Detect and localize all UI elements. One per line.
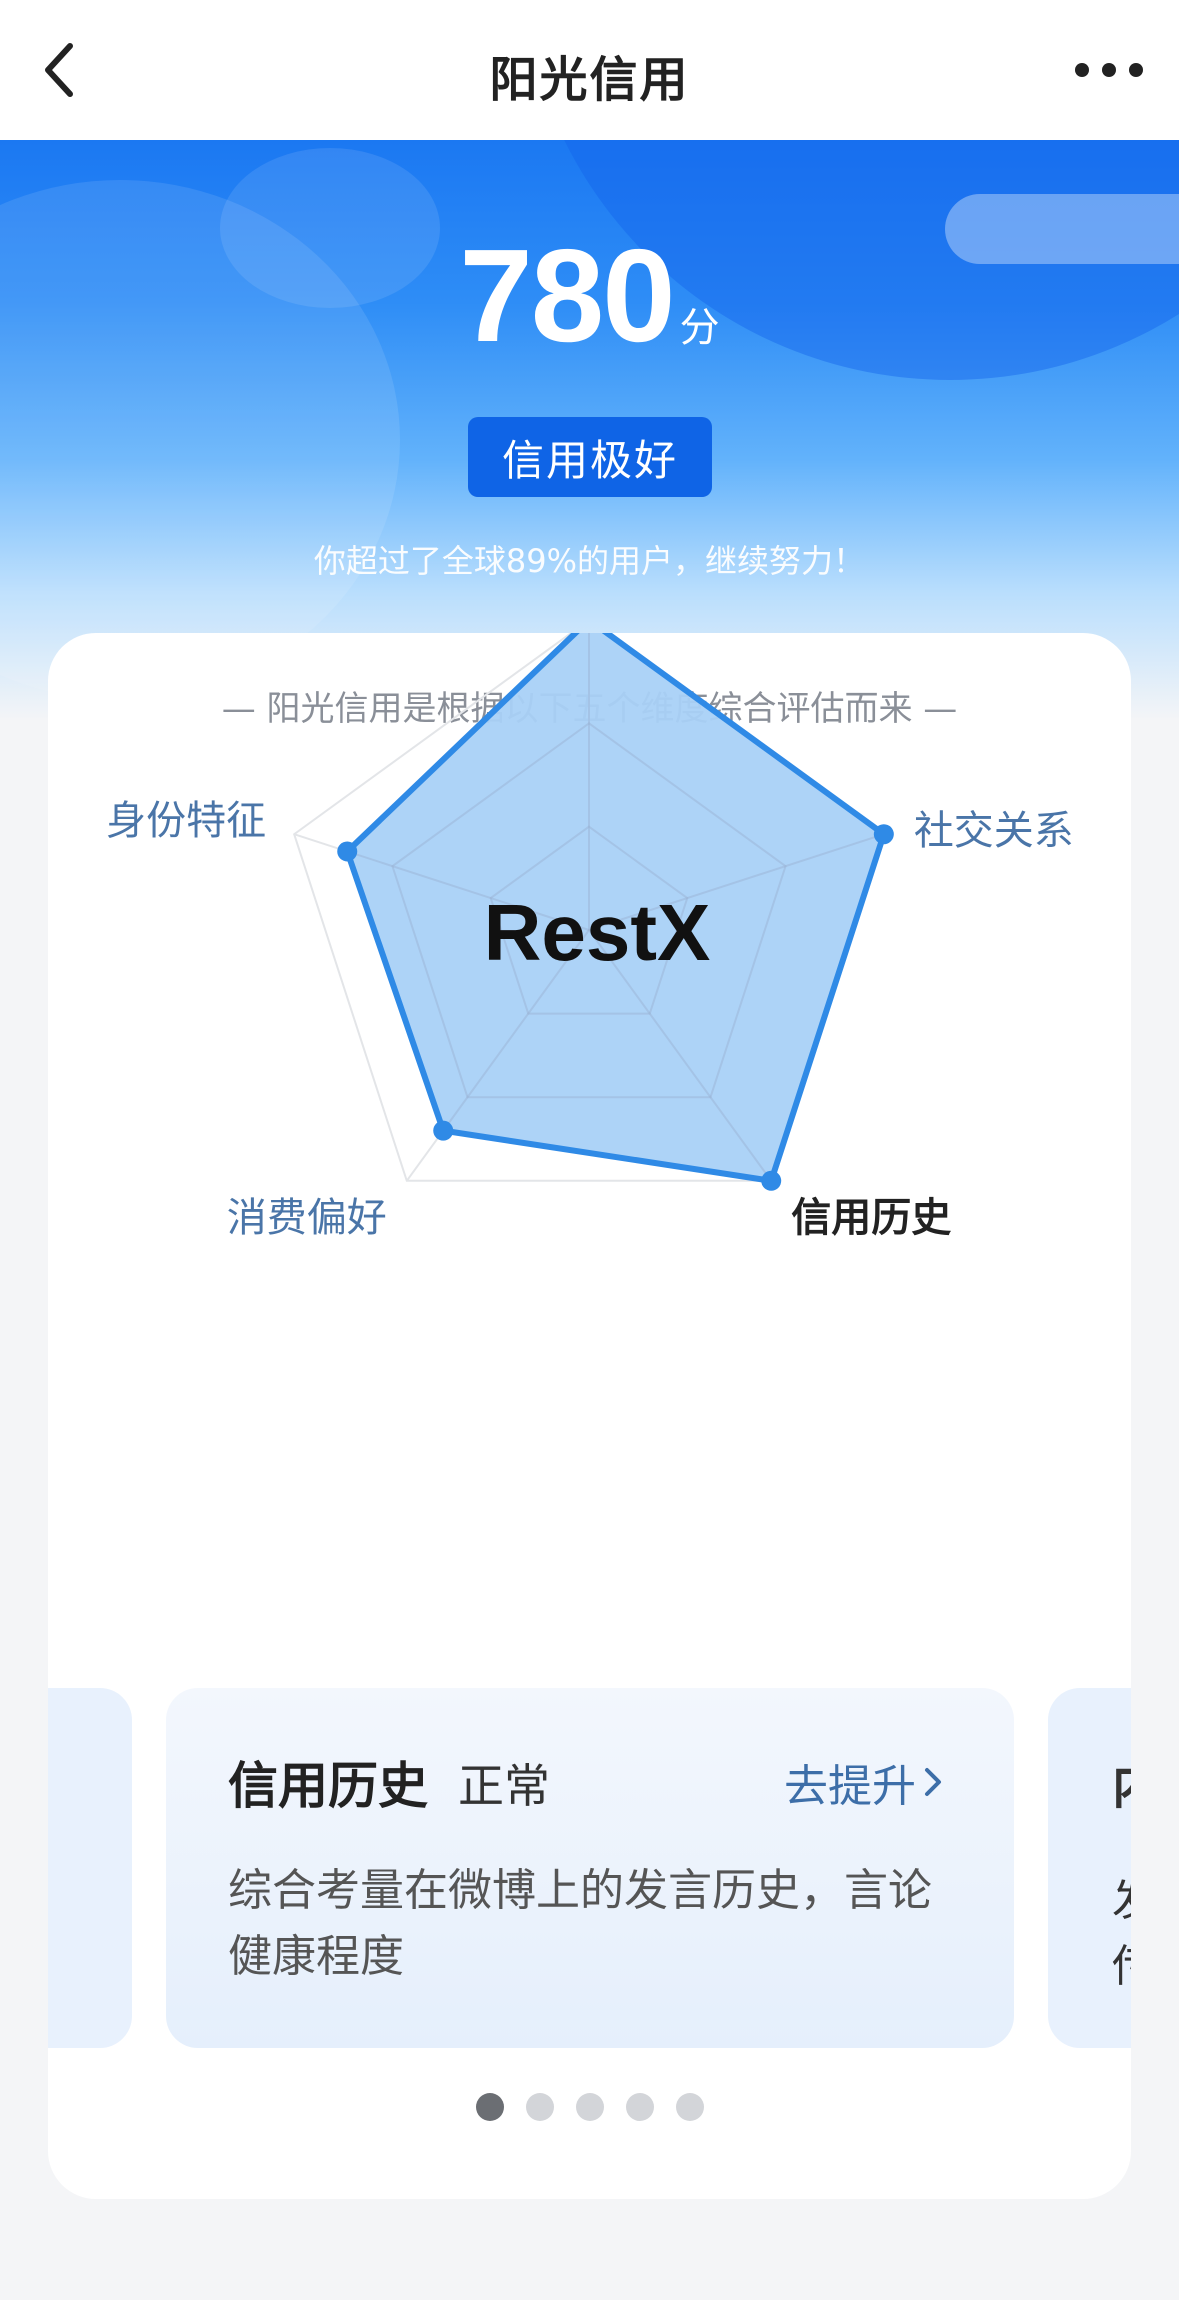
peek-title: 内 (1112, 1746, 1131, 1818)
nav-bar: 阳光信用 (0, 0, 1179, 140)
radar-axis-label: 消费偏好 (227, 1195, 387, 1241)
slide-title: 信用历史 (228, 1757, 428, 1815)
dimension-slide[interactable]: 信用历史 正常 去提升 综合考量在微博上的发言历史，言论健康程度 (166, 1688, 1014, 2048)
slide-prev-peek[interactable] (48, 1688, 132, 2048)
pager-dot[interactable] (625, 2093, 654, 2121)
radar-point-2 (761, 1170, 782, 1191)
radar-point-4 (337, 841, 358, 862)
more-horizontal-icon (1075, 63, 1143, 77)
pager-dot[interactable] (675, 2093, 704, 2121)
slide-status: 正常 (458, 1759, 550, 1813)
radar-svg: 内容贡献社交关系信用历史消费偏好身份特征RestX (106, 633, 1074, 1241)
slide-next-peek[interactable]: 内 发 传 (1048, 1688, 1131, 2048)
radar-axis-label: 信用历史 (791, 1195, 951, 1241)
score-display: 780 分 (0, 230, 1179, 362)
improve-link[interactable]: 去提升 (784, 1750, 944, 1814)
pager-dots (48, 2093, 1131, 2121)
peek-line: 发 (1112, 1864, 1131, 1928)
more-button[interactable] (1067, 44, 1151, 96)
page-title: 阳光信用 (489, 52, 690, 108)
slide-description: 综合考量在微博上的发言历史，言论健康程度 (228, 1865, 932, 1982)
radar-point-3 (433, 1120, 454, 1141)
bottom-cutoff-content (0, 2268, 1179, 2300)
pager-dot[interactable] (525, 2093, 554, 2121)
radar-axis-label: 身份特征 (106, 798, 266, 844)
watermark-text: RestX (484, 888, 711, 977)
radar-point-1 (873, 824, 894, 845)
credit-score: 780 (459, 222, 675, 369)
pager-dot[interactable] (475, 2093, 504, 2121)
credit-level-badge[interactable]: 信用极好 (468, 417, 712, 497)
peek-line: 传 (1112, 1930, 1131, 1994)
radar-axis-label: 社交关系 (914, 808, 1074, 854)
dimension-card: — 阳光信用是根据以下五个维度综合评估而来 — 内容贡献社交关系信用历史消费偏好… (48, 633, 1131, 2199)
score-unit: 分 (679, 305, 720, 351)
chevron-right-icon (925, 1768, 941, 1796)
improve-link-label: 去提升 (784, 1761, 916, 1812)
radar-chart: 内容贡献社交关系信用历史消费偏好身份特征RestX (48, 633, 1131, 1633)
pager-dot[interactable] (575, 2093, 604, 2121)
rank-text: 你超过了全球89%的用户，继续努力！ (313, 542, 866, 580)
